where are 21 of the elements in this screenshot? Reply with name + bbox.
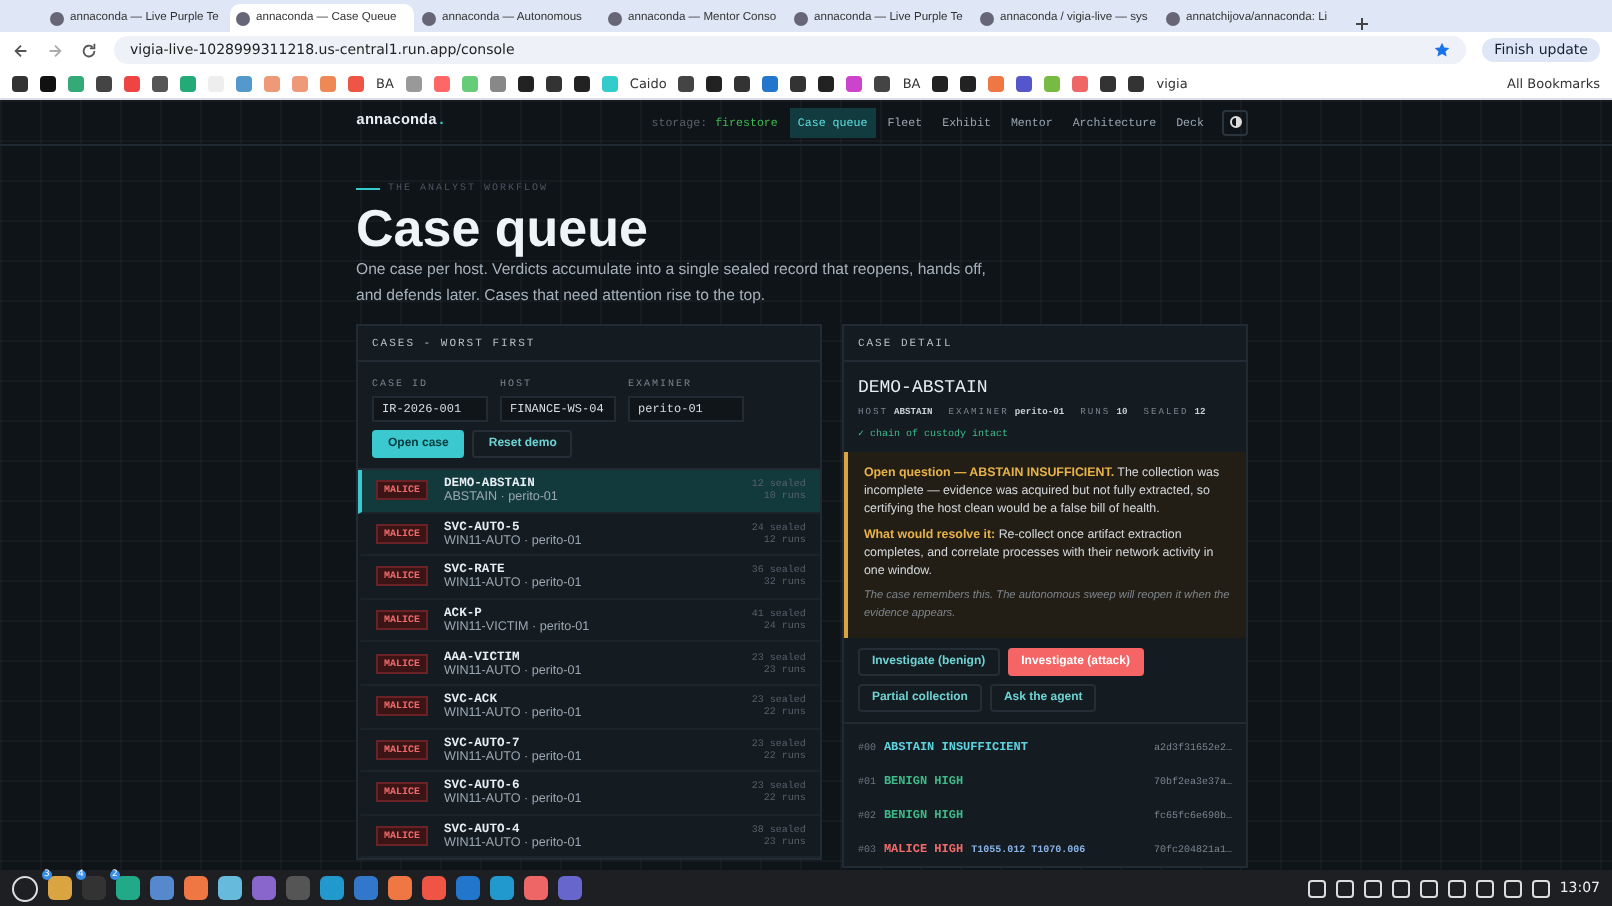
- taskbar-app-icon[interactable]: [354, 876, 378, 900]
- plus-icon[interactable]: [1354, 16, 1370, 32]
- taskbar-app-icon[interactable]: [456, 876, 480, 900]
- taskbar-app-icon[interactable]: [490, 876, 514, 900]
- half-circle-icon: [1229, 116, 1241, 128]
- taskbar-app-icon[interactable]: [252, 876, 276, 900]
- page-title: Case queue: [356, 200, 650, 256]
- taskbar-app-icon[interactable]: [558, 876, 582, 900]
- taskbar-app-icon[interactable]: [150, 876, 174, 900]
- taskbar-app-icon[interactable]: [388, 876, 412, 900]
- reload-icon[interactable]: [80, 41, 98, 59]
- start-menu-icon[interactable]: [12, 875, 38, 901]
- back-arrow-icon[interactable]: [12, 41, 30, 59]
- taskbar-app-icon[interactable]: [218, 876, 242, 900]
- case-name: DEMO-ABSTAIN: [855, 376, 990, 398]
- star-icon[interactable]: [1434, 42, 1451, 58]
- theme-toggle[interactable]: [1222, 109, 1248, 135]
- taskbar-app-icon[interactable]: [422, 876, 446, 900]
- taskbar-app-icon[interactable]: [320, 876, 344, 900]
- taskbar-app-icon[interactable]: [524, 876, 548, 900]
- taskbar-app-icon[interactable]: [184, 876, 208, 900]
